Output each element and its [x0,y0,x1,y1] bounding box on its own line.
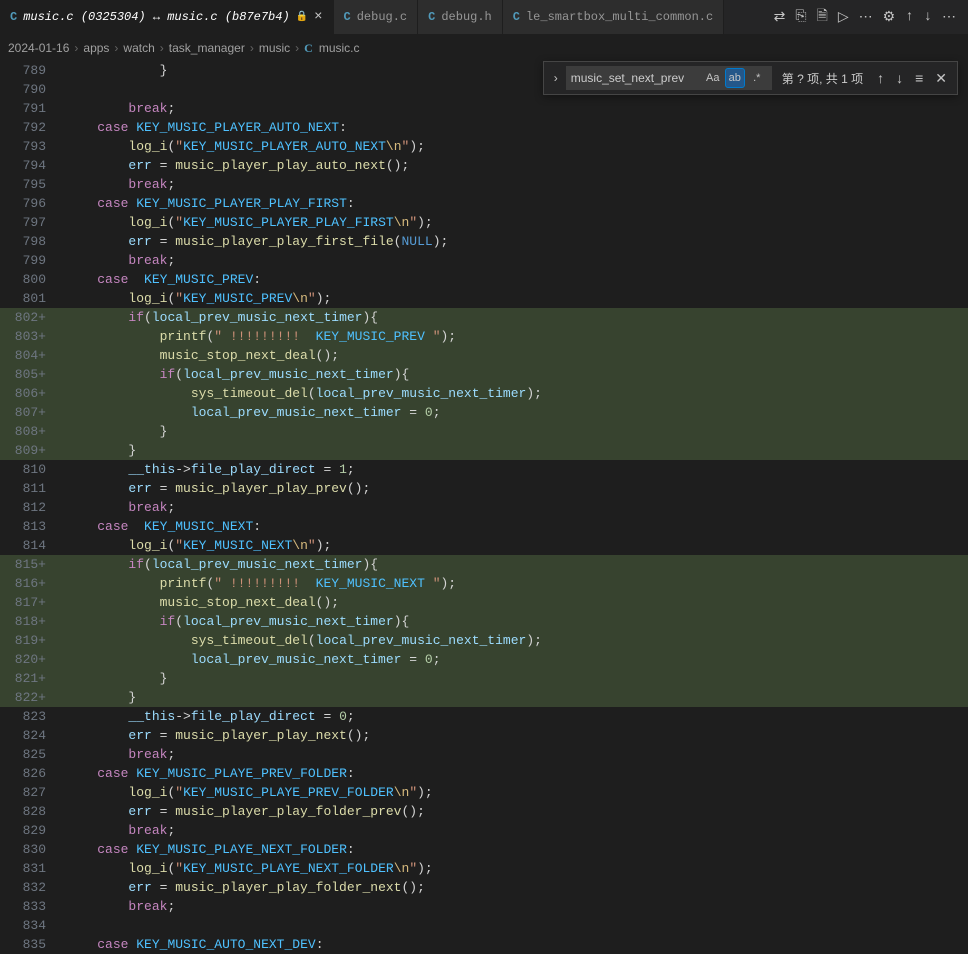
editor: 7897907917927937947957967977987998008018… [0,61,968,946]
close-icon[interactable]: × [314,9,322,25]
code-line[interactable]: err = music_player_play_next(); [52,726,968,745]
code-area[interactable]: } break; case KEY_MUSIC_PLAYER_AUTO_NEXT… [52,61,968,946]
find-next-button[interactable]: ↓ [892,70,907,86]
code-line[interactable]: break; [52,99,968,118]
code-line[interactable]: err = music_player_play_first_file(NULL)… [52,232,968,251]
code-line[interactable]: music_stop_next_deal(); [52,346,968,365]
up-icon[interactable]: ↑ [905,9,913,25]
code-line[interactable]: err = music_player_play_folder_prev(); [52,802,968,821]
find-prev-button[interactable]: ↑ [873,70,888,86]
overflow-icon[interactable]: ⋯ [942,9,956,26]
c-file-icon: C [10,10,17,24]
gear-icon[interactable]: ⚙ [883,9,896,26]
chevron-right-icon: › [74,41,78,55]
code-line[interactable]: } [52,669,968,688]
find-widget: › Aa ab .* 第 ? 项, 共 1 项 ↑ ↓ ≡ ✕ [543,61,958,95]
find-status: 第 ? 项, 共 1 项 [782,70,863,87]
tab-label: le_smartbox_multi_common.c [526,10,713,24]
code-line[interactable]: log_i("KEY_MUSIC_PLAYER_AUTO_NEXT\n"); [52,137,968,156]
more-run-icon[interactable]: ⋯ [859,9,873,26]
code-line[interactable]: break; [52,745,968,764]
code-line[interactable]: __this->file_play_direct = 1; [52,460,968,479]
code-line[interactable]: err = music_player_play_prev(); [52,479,968,498]
down-icon[interactable]: ↓ [924,9,932,25]
chevron-right-icon: › [114,41,118,55]
tab-label: debug.h [441,10,491,24]
tab-label: music.c (0325304) ↔ music.c (b87e7b4) [23,10,289,24]
code-line[interactable]: case KEY_MUSIC_PLAYER_AUTO_NEXT: [52,118,968,137]
tab-music-diff[interactable]: C music.c (0325304) ↔ music.c (b87e7b4) … [0,0,334,34]
breadcrumbs: 2024-01-16 › apps › watch › task_manager › m… [0,35,968,61]
find-input-box: Aa ab .* [566,66,772,90]
code-line[interactable]: case KEY_MUSIC_PLAYE_NEXT_FOLDER: [52,840,968,859]
save-icon[interactable]: 🗎 [817,5,828,29]
code-line[interactable]: break; [52,897,968,916]
line-gutter: 7897907917927937947957967977987998008018… [0,61,52,946]
code-line[interactable]: } [52,422,968,441]
code-line[interactable]: break; [52,251,968,270]
chevron-right-icon: › [250,41,254,55]
code-line[interactable]: case KEY_MUSIC_AUTO_NEXT_DEV: [52,935,968,954]
code-line[interactable]: music_stop_next_deal(); [52,593,968,612]
chevron-right-icon: › [295,41,299,55]
tab-debug-h[interactable]: C debug.h [418,0,503,34]
code-line[interactable]: break; [52,821,968,840]
tabs-toolbar: ⇄ ⎘ 🗎 ▷ ⋯ ⚙ ↑ ↓ ⋯ [762,5,968,29]
code-line[interactable]: case KEY_MUSIC_PLAYER_PLAY_FIRST: [52,194,968,213]
code-line[interactable]: printf(" !!!!!!!!! KEY_MUSIC_PREV "); [52,327,968,346]
code-line[interactable]: if(local_prev_music_next_timer){ [52,555,968,574]
code-line[interactable]: err = music_player_play_auto_next(); [52,156,968,175]
compare-icon[interactable]: ⇄ [774,9,786,26]
code-line[interactable]: break; [52,175,968,194]
code-line[interactable]: if(local_prev_music_next_timer){ [52,308,968,327]
tab-smartbox[interactable]: C le_smartbox_multi_common.c [503,0,724,34]
c-file-icon: C [304,41,313,56]
code-line[interactable]: case KEY_MUSIC_NEXT: [52,517,968,536]
breadcrumb-item[interactable]: music [259,41,290,55]
code-line[interactable]: } [52,688,968,707]
code-line[interactable]: break; [52,498,968,517]
code-line[interactable]: local_prev_music_next_timer = 0; [52,650,968,669]
code-line[interactable]: printf(" !!!!!!!!! KEY_MUSIC_NEXT "); [52,574,968,593]
expand-find-icon[interactable]: › [550,71,562,85]
tab-label: debug.c [357,10,407,24]
code-line[interactable]: err = music_player_play_folder_next(); [52,878,968,897]
code-line[interactable]: log_i("KEY_MUSIC_PLAYER_PLAY_FIRST\n"); [52,213,968,232]
c-file-icon: C [513,10,520,24]
code-line[interactable] [52,916,968,935]
code-line[interactable]: if(local_prev_music_next_timer){ [52,365,968,384]
tabs-bar: C music.c (0325304) ↔ music.c (b87e7b4) … [0,0,968,35]
code-line[interactable]: sys_timeout_del(local_prev_music_next_ti… [52,631,968,650]
breadcrumb-item[interactable]: apps [83,41,109,55]
code-line[interactable]: sys_timeout_del(local_prev_music_next_ti… [52,384,968,403]
whole-word-button[interactable]: ab [725,68,745,88]
find-close-button[interactable]: ✕ [931,70,951,87]
regex-button[interactable]: .* [747,68,767,88]
find-input[interactable] [571,71,701,85]
run-icon[interactable]: ▷ [838,9,849,26]
tab-debug-c[interactable]: C debug.c [334,0,419,34]
code-line[interactable]: __this->file_play_direct = 0; [52,707,968,726]
chevron-right-icon: › [160,41,164,55]
code-line[interactable]: case KEY_MUSIC_PLAYE_PREV_FOLDER: [52,764,968,783]
lock-icon: 🔒 [296,11,308,23]
code-line[interactable]: case KEY_MUSIC_PREV: [52,270,968,289]
breadcrumb-item[interactable]: task_manager [169,41,245,55]
code-line[interactable]: log_i("KEY_MUSIC_PLAYE_NEXT_FOLDER\n"); [52,859,968,878]
c-file-icon: C [428,10,435,24]
code-line[interactable]: if(local_prev_music_next_timer){ [52,612,968,631]
code-line[interactable]: log_i("KEY_MUSIC_NEXT\n"); [52,536,968,555]
breadcrumb-item[interactable]: 2024-01-16 [8,41,69,55]
code-line[interactable]: local_prev_music_next_timer = 0; [52,403,968,422]
find-filter-button[interactable]: ≡ [911,70,927,86]
breadcrumb-item[interactable]: watch [123,41,154,55]
breadcrumb-file[interactable]: music.c [319,41,360,55]
match-case-button[interactable]: Aa [703,68,723,88]
code-line[interactable]: } [52,441,968,460]
code-line[interactable]: log_i("KEY_MUSIC_PLAYE_PREV_FOLDER\n"); [52,783,968,802]
code-line[interactable]: log_i("KEY_MUSIC_PREV\n"); [52,289,968,308]
c-file-icon: C [344,10,351,24]
copy-icon[interactable]: ⎘ [795,9,806,25]
